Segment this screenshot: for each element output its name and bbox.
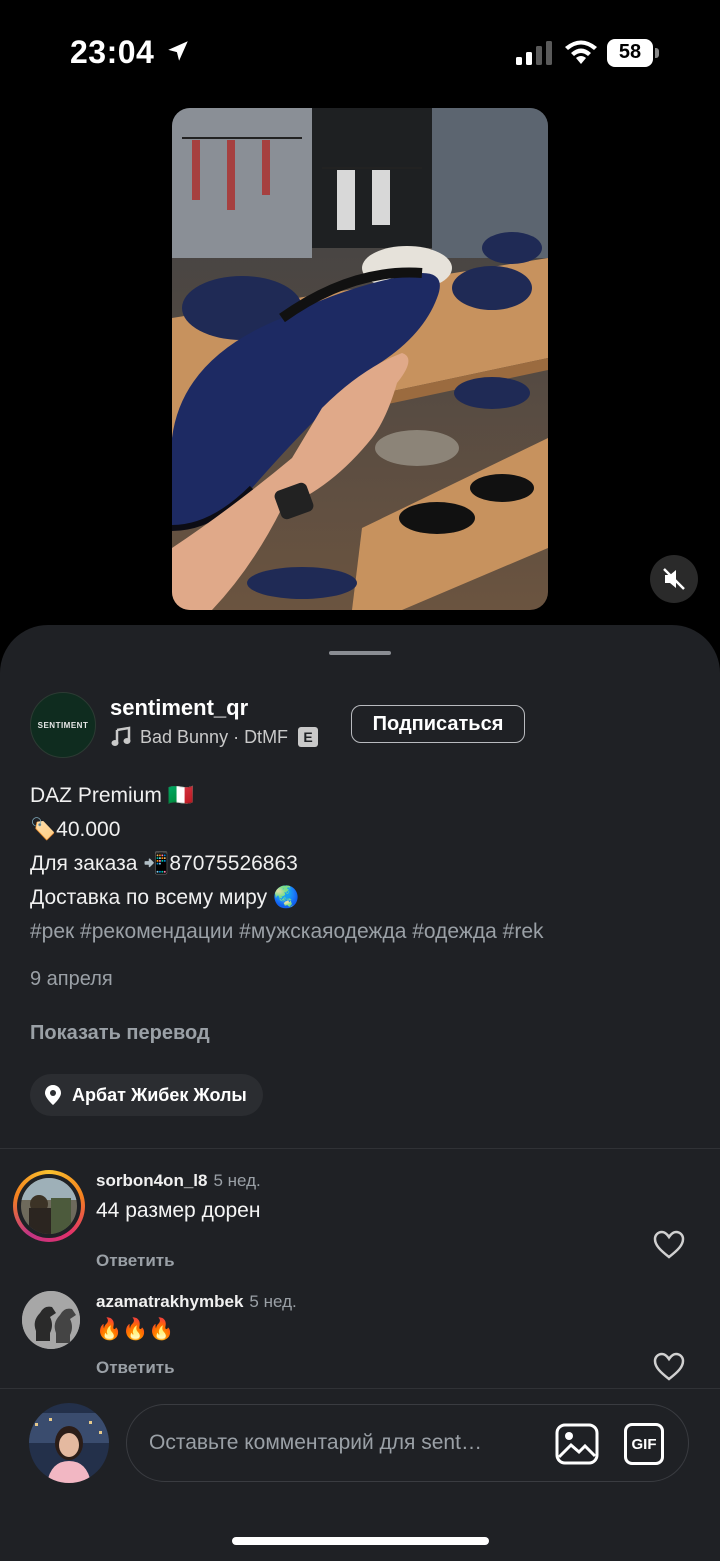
music-track-label: Bad Bunny · DtMF	[140, 726, 289, 747]
like-heart-icon[interactable]	[653, 1352, 685, 1382]
comments-sheet: SENTIMENT sentiment_qr Bad Bunny · DtMF …	[0, 625, 720, 1561]
comment-time: 5 нед.	[213, 1171, 261, 1190]
post-caption: DAZ Premium 🇮🇹 🏷️40.000 Для заказа 📲8707…	[30, 779, 690, 949]
author-avatar[interactable]: SENTIMENT	[30, 692, 96, 758]
signal-icon	[516, 41, 552, 65]
image-attach-icon[interactable]	[555, 1423, 599, 1465]
battery-level: 58	[618, 41, 642, 63]
show-translation-link[interactable]: Показать перевод	[30, 1022, 210, 1045]
music-track[interactable]: Bad Bunny · DtMF E	[110, 726, 319, 748]
divider	[0, 1388, 720, 1389]
caption-line: DAZ Premium 🇮🇹	[30, 784, 194, 807]
wifi-icon	[565, 40, 597, 64]
status-bar: 23:04 58	[0, 0, 720, 108]
caption-hashtags[interactable]: #рек #рекомендации #мужскаяодежда #одежд…	[30, 915, 690, 949]
author-avatar-text: SENTIMENT	[37, 720, 89, 730]
location-pin-icon	[45, 1085, 61, 1105]
caption-line: Доставка по всему миру 🌏	[30, 886, 300, 909]
comment-username-text[interactable]: sorbon4on_l8	[96, 1171, 207, 1190]
comment-username[interactable]: sorbon4on_l8 5 нед.	[96, 1171, 261, 1191]
like-heart-icon[interactable]	[653, 1230, 685, 1260]
follow-button[interactable]: Подписаться	[351, 705, 525, 743]
caption-line: Для заказа 📲87075526863	[30, 852, 298, 875]
location-chip[interactable]: Арбат Жибек Жолы	[30, 1074, 263, 1116]
sheet-grabber[interactable]	[329, 651, 391, 655]
current-user-avatar	[29, 1403, 109, 1483]
home-indicator[interactable]	[232, 1537, 489, 1545]
comment-time: 5 нед.	[249, 1292, 297, 1311]
commenter-avatar[interactable]	[21, 1178, 77, 1234]
mute-toggle-button[interactable]	[650, 555, 698, 603]
battery-icon: 58	[607, 39, 659, 67]
post-date: 9 апреля	[30, 968, 113, 990]
video-frame	[172, 108, 548, 610]
comment-username-text[interactable]: azamatrakhymbek	[96, 1292, 243, 1311]
author-username[interactable]: sentiment_qr	[110, 695, 248, 721]
explicit-badge: E	[298, 727, 319, 747]
comment-input[interactable]: Оставьте комментарий для sent… GIF	[126, 1404, 689, 1482]
comment-input-placeholder: Оставьте комментарий для sent…	[149, 1431, 482, 1454]
reply-button[interactable]: Ответить	[96, 1358, 175, 1378]
comment-text: 🔥🔥🔥	[96, 1318, 175, 1341]
commenter-avatar[interactable]	[22, 1291, 80, 1349]
location-arrow-icon	[168, 41, 188, 61]
caption-line: 🏷️40.000	[30, 818, 121, 841]
comment-username[interactable]: azamatrakhymbek 5 нед.	[96, 1292, 297, 1312]
clock: 23:04	[70, 34, 155, 70]
comment-text: 44 размер дорен	[96, 1199, 261, 1222]
reply-button[interactable]: Ответить	[96, 1251, 175, 1271]
muted-speaker-icon	[663, 568, 685, 590]
divider	[0, 1148, 720, 1149]
music-note-icon	[111, 726, 131, 746]
location-label: Арбат Жибек Жолы	[72, 1084, 247, 1105]
reel-video[interactable]	[172, 108, 548, 610]
gif-button[interactable]: GIF	[624, 1423, 664, 1465]
